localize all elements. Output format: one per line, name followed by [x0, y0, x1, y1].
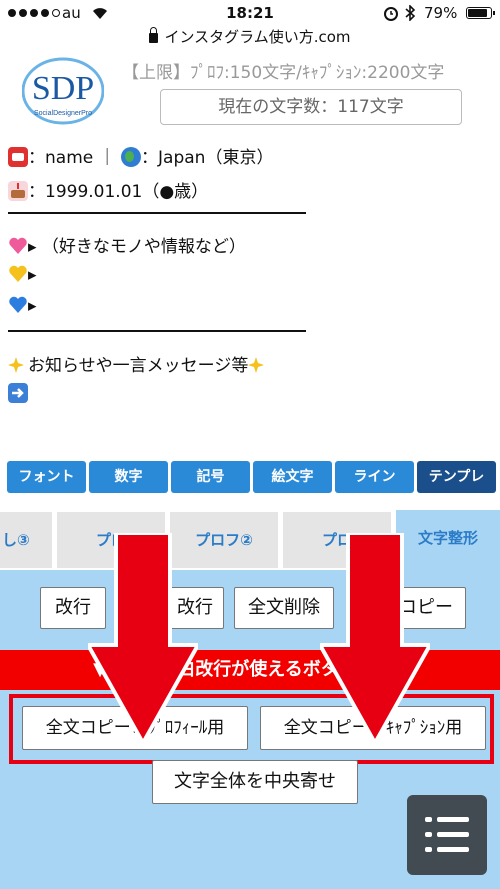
character-counter: 現在の文字数：117文字 [160, 89, 462, 125]
bullet-text: ▸ [28, 296, 37, 316]
lock-icon [149, 27, 159, 43]
alarm-icon [384, 7, 398, 21]
sparkles-icon [248, 357, 265, 373]
tool-tabs: フォント 数字 記号 絵文字 ライン テンプレ [7, 461, 496, 493]
svg-text:SDP: SDP [32, 70, 94, 107]
tab-lines[interactable]: ライン [335, 461, 414, 493]
divider-line [8, 330, 306, 332]
text-line-3[interactable]: ▸ （好きなモノや情報など） [8, 232, 246, 257]
tab-symbols[interactable]: 記号 [171, 461, 250, 493]
location-text: ：Japan（東京） [141, 148, 274, 168]
text-line-5[interactable]: ▸ [8, 295, 37, 316]
text-line-1[interactable]: ：name ｜ ：Japan（東京） [8, 143, 273, 168]
status-bar: au 18:21 79% [0, 0, 500, 26]
character-limit-label: 【上限】ﾌﾟﾛﾌ:150文字/ｷｬﾌﾟｼｮﾝ:2200文字 [122, 63, 445, 83]
text-line-2[interactable]: ：1999.01.01（●歳） [8, 177, 208, 202]
right-arrow-icon [8, 383, 28, 403]
birthday-text: ：1999.01.01（●歳） [28, 182, 209, 202]
text-line-6[interactable]: お知らせや一言メッセージ等 [8, 351, 268, 376]
battery-percent: 79% [424, 4, 458, 22]
name-text: ：name ｜ [28, 148, 116, 168]
tab-templates[interactable]: テンプレ [417, 461, 496, 493]
sparkles-icon [8, 357, 24, 373]
yellow-heart-icon [9, 265, 27, 282]
text-line-7[interactable] [8, 383, 28, 404]
bluetooth-icon [405, 5, 416, 21]
message-text: お知らせや一言メッセージ等 [28, 356, 249, 376]
divider-line [8, 212, 306, 214]
tab-numbers[interactable]: 数字 [89, 461, 168, 493]
annotation-arrow-right-icon [320, 533, 430, 743]
battery-icon [466, 7, 495, 19]
address-bar[interactable]: インスタグラム使い方.com [0, 26, 500, 50]
text-line-4[interactable]: ▸ [8, 264, 37, 285]
delete-all-button[interactable]: 全文削除 [234, 587, 334, 629]
bullet-text: ▸ [28, 265, 37, 285]
svg-text:SocialDesignerPro: SocialDesignerPro [34, 110, 92, 117]
tab-font[interactable]: フォント [7, 461, 86, 493]
center-text-button[interactable]: 文字全体を中央寄せ [152, 760, 358, 804]
subtab-3[interactable]: し③ [0, 512, 52, 568]
blue-heart-icon [9, 296, 27, 313]
url-text: インスタグラム使い方.com [164, 28, 351, 46]
name-badge-icon [8, 147, 28, 167]
banner-mid: 白改行が使えるボタ [177, 659, 339, 680]
likes-text: ▸ （好きなモノや情報など） [28, 237, 246, 257]
heart-icon [9, 237, 27, 254]
sdp-logo: SDP SocialDesignerPro [22, 57, 104, 125]
annotation-arrow-left-icon [88, 533, 198, 743]
globe-icon [121, 147, 142, 167]
menu-button[interactable] [407, 795, 487, 875]
cake-icon [8, 181, 28, 201]
tab-emoji[interactable]: 絵文字 [253, 461, 332, 493]
